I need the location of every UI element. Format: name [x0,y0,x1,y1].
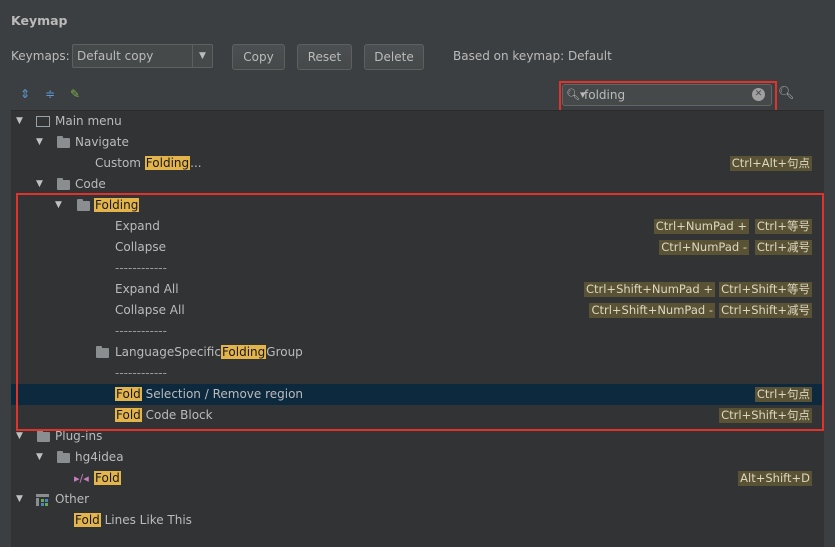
shortcut-badge: Ctrl+Shift+NumPad + [583,282,715,297]
tri-down-icon[interactable]: ▼ [36,132,43,153]
folder-icon [37,430,50,442]
tree-row-expand-all[interactable]: Expand All Ctrl+Shift+NumPad + Ctrl+Shif… [11,279,824,300]
copy-button[interactable]: Copy [232,44,285,70]
shortcut-badge: Ctrl+等号 [754,219,812,234]
tree-row-main-menu[interactable]: ▼ Main menu [11,111,824,132]
shortcut-badge: Alt+Shift+D [738,471,812,486]
based-on-label: Based on keymap: Default [453,49,612,63]
tree-row-expand[interactable]: Expand Ctrl+NumPad + Ctrl+等号 [11,216,824,237]
tree-label: LanguageSpecificFoldingGroup [115,345,303,359]
tree-label: Collapse [115,240,166,254]
separator-label: ------------ [115,366,167,380]
shortcut-badge: Ctrl+Shift+句点 [719,408,812,423]
tree-row-other[interactable]: ▼ Other [11,489,824,510]
tree-label: Fold Code Block [115,408,213,422]
keymap-select-value: Default copy [77,49,154,63]
folder-icon [57,178,70,190]
tree-row-language-group[interactable]: LanguageSpecificFoldingGroup [11,342,824,363]
shortcut-badge: Ctrl+Shift+减号 [719,303,812,318]
shortcut-badge: Ctrl+NumPad - [659,240,749,255]
tree-row-separator: ------------ [11,363,824,384]
chevron-down-icon[interactable]: ▼ [192,45,212,67]
edit-pencil-icon[interactable]: ✎ [67,86,83,102]
search-field[interactable]: 🔍︎▾ ✕ [562,84,772,106]
tree-row-plugins[interactable]: ▼ Plug-ins [11,426,824,447]
separator-label: ------------ [115,324,167,338]
tree-label: Fold [94,471,121,485]
tri-down-icon[interactable]: ▼ [55,195,62,216]
tree-row-navigate[interactable]: ▼ Navigate [11,132,824,153]
tree-row-folding-group[interactable]: ▼ Folding [11,195,824,216]
tree-row-fold-lines[interactable]: Fold Lines Like This [11,510,824,531]
tree-label: Navigate [75,135,129,149]
folder-icon [57,136,70,148]
search-icon: 🔍︎▾ [566,88,586,101]
tree-row-collapse[interactable]: Collapse Ctrl+NumPad - Ctrl+减号 [11,237,824,258]
folder-icon [77,199,90,211]
tree-label: Custom Folding... [95,156,202,170]
tree-label: Expand [115,219,160,233]
tree-label: Plug-ins [55,429,103,443]
shortcut-badge: Ctrl+Shift+等号 [719,282,812,297]
tri-down-icon[interactable]: ▼ [36,174,43,195]
clear-icon[interactable]: ✕ [752,88,765,101]
shortcut-badge: Ctrl+句点 [754,387,812,402]
search-input[interactable] [584,87,734,103]
shortcut-badge: Ctrl+Shift+NumPad - [589,303,715,318]
tree-row-fold-selection[interactable]: Fold Selection / Remove region Ctrl+句点 [11,384,824,405]
folder-icon [96,346,109,358]
action-icon: ▸/◂ [74,472,89,485]
tree-label: Code [75,177,106,191]
tree-row-custom-folding[interactable]: Custom Folding... Ctrl+Alt+句点 [11,153,824,174]
separator-label: ------------ [115,261,167,275]
delete-button[interactable]: Delete [364,44,424,70]
tri-down-icon[interactable]: ▼ [16,489,23,510]
tree-row-separator: ------------ [11,258,824,279]
dialog-title: Keymap [11,13,68,28]
tree-label: Collapse All [115,303,185,317]
tree-label: Folding [94,198,140,212]
shortcut-badge: Ctrl+NumPad + [653,219,749,234]
shortcut-badge: Ctrl+Alt+句点 [729,156,812,171]
tri-down-icon[interactable]: ▼ [16,111,23,132]
tree-label: Other [55,492,90,506]
collapse-all-icon[interactable]: ≑ [42,86,58,102]
find-shortcut-icon[interactable]: 🔍︎ [778,86,795,101]
tri-down-icon[interactable]: ▼ [36,447,43,468]
folder-icon [57,451,70,463]
tree-label: Fold Selection / Remove region [115,387,304,401]
tri-down-icon[interactable]: ▼ [16,426,23,447]
keymap-select[interactable]: Default copy ▼ [72,44,213,68]
tree-row-code[interactable]: ▼ Code [11,174,824,195]
tree-row-hg-fold[interactable]: ▸/◂ Fold Alt+Shift+D [11,468,824,489]
tree-label: hg4idea [75,450,124,464]
reset-button[interactable]: Reset [297,44,352,70]
tree-row-fold-code-block[interactable]: Fold Code Block Ctrl+Shift+句点 [11,405,824,426]
shortcut-badge: Ctrl+减号 [754,240,812,255]
tree-label: Main menu [55,114,122,128]
keymaps-label: Keymaps: [11,49,70,63]
expand-all-icon[interactable]: ⇕ [17,86,33,102]
other-grid-icon [36,494,49,506]
tree-row-hg4idea[interactable]: ▼ hg4idea [11,447,824,468]
tree-row-separator: ------------ [11,321,824,342]
tree-label: Expand All [115,282,179,296]
menu-icon [36,116,50,127]
tree-row-collapse-all[interactable]: Collapse All Ctrl+Shift+NumPad - Ctrl+Sh… [11,300,824,321]
tree-label: Fold Lines Like This [74,513,192,527]
